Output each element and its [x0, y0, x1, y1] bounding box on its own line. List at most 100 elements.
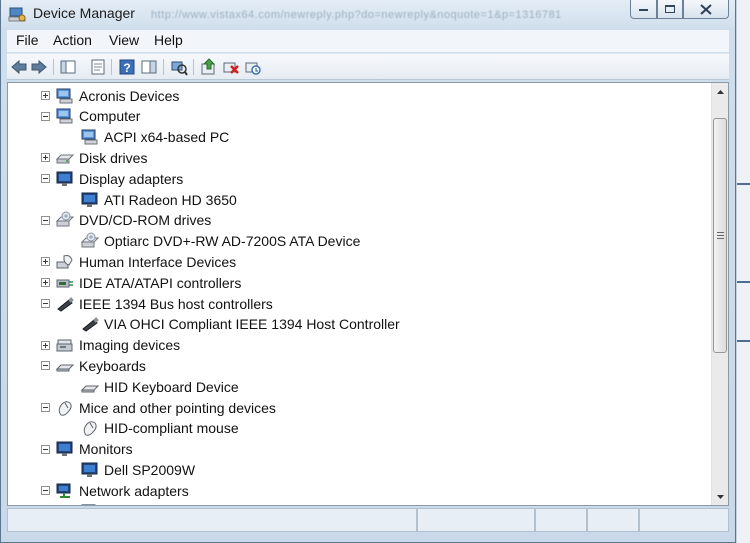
show-action-pane-icon[interactable]	[140, 58, 158, 76]
tree-category-row[interactable]: Network adapters	[41, 480, 189, 501]
uninstall-device-icon[interactable]	[244, 58, 262, 76]
tree-item-label: Keyboards	[79, 357, 146, 374]
tree-category-row[interactable]: Computer	[41, 106, 140, 127]
scroll-up-button[interactable]	[712, 83, 728, 100]
scroll-down-button[interactable]	[712, 488, 728, 505]
tree-item-label: Dell SP2009W	[104, 461, 196, 478]
status-pane	[587, 508, 639, 532]
back-arrow-icon[interactable]	[10, 58, 28, 76]
network-icon	[56, 483, 71, 498]
expand-toggle-icon[interactable]	[41, 340, 50, 350]
keyboard-icon	[81, 385, 99, 393]
disk-drive-icon	[56, 154, 74, 164]
background-url-text: http://www.vistax64.com/newreply.php?do=…	[151, 9, 562, 21]
tree-category-row[interactable]: IDE ATA/ATAPI controllers	[41, 272, 241, 293]
tree-device-row[interactable]: ACPI x64-based PC	[81, 127, 229, 148]
grip-line	[717, 238, 724, 239]
tree-device-row[interactable]: ATI Radeon HD 3650	[81, 189, 237, 210]
tree-category-row[interactable]: Mice and other pointing devices	[41, 397, 276, 418]
tree-category-row[interactable]: Display adapters	[41, 168, 183, 189]
update-driver-icon[interactable]	[200, 58, 218, 76]
tree-item-label: Optiarc DVD+-RW AD-7200S ATA Device	[104, 233, 361, 250]
menu-action[interactable]: Action	[53, 32, 92, 48]
status-bar	[7, 508, 729, 532]
expand-toggle-icon[interactable]	[41, 257, 50, 267]
close-button[interactable]	[683, 0, 729, 19]
scroll-thumb[interactable]	[713, 118, 727, 353]
tree-category-row[interactable]: Disk drives	[41, 147, 147, 168]
tree-category-row[interactable]: DVD/CD-ROM drives	[41, 210, 211, 231]
tree-category-row[interactable]: Acronis Devices	[41, 85, 179, 106]
expand-toggle-icon[interactable]	[41, 153, 50, 163]
menu-bar: File Action View Help	[7, 30, 729, 52]
monitor-icon	[56, 171, 73, 186]
tree-category-row[interactable]: Monitors	[41, 439, 133, 460]
window-title: Device Manager	[33, 5, 135, 21]
scanner-icon	[56, 339, 73, 352]
computer-icon	[81, 129, 98, 145]
disable-device-icon[interactable]	[222, 58, 240, 76]
collapse-toggle-icon[interactable]	[41, 361, 50, 371]
collapse-toggle-icon[interactable]	[41, 403, 50, 412]
tree-item-label: ATI Radeon HD 3650	[104, 191, 237, 208]
collapse-toggle-icon[interactable]	[41, 215, 50, 225]
grip-line	[717, 235, 724, 236]
monitor-icon	[81, 192, 98, 207]
tree-item-label: Human Interface Devices	[79, 253, 237, 270]
tree-item-label: HID-compliant mouse	[104, 420, 239, 437]
collapse-toggle-icon[interactable]	[41, 174, 50, 184]
tree-device-row[interactable]	[81, 501, 104, 505]
device-manager-window: Device Manager http://www.vistax64.com/n…	[0, 0, 736, 543]
background-page-edge	[736, 0, 750, 543]
collapse-toggle-icon[interactable]	[41, 444, 50, 454]
tree-device-row[interactable]: HID Keyboard Device	[81, 376, 239, 397]
properties-icon[interactable]	[89, 58, 107, 76]
collapse-toggle-icon[interactable]	[41, 111, 50, 121]
minimize-button[interactable]	[630, 0, 657, 19]
toolbar-separator	[111, 59, 112, 75]
forward-arrow-icon[interactable]	[30, 58, 48, 76]
menu-help[interactable]: Help	[154, 32, 183, 48]
menu-view[interactable]: View	[109, 32, 139, 48]
scan-hardware-icon[interactable]	[170, 58, 188, 76]
collapse-toggle-icon[interactable]	[41, 486, 50, 496]
tree-item-label: Computer	[79, 108, 141, 125]
menu-file[interactable]: File	[16, 32, 39, 48]
device-tree-pane: Acronis Devices Computer ACPI x64-based PC…	[7, 82, 729, 506]
scroll-up-icon	[716, 89, 724, 94]
help-icon[interactable]: ?	[118, 58, 136, 76]
tree-item-label: Imaging devices	[79, 337, 181, 354]
tree-device-row[interactable]: Optiarc DVD+-RW AD-7200S ATA Device	[81, 231, 360, 252]
show-hide-console-tree-icon[interactable]	[59, 58, 77, 76]
expand-toggle-icon[interactable]	[41, 91, 50, 100]
mouse-icon	[58, 400, 72, 416]
close-icon	[700, 3, 712, 15]
tree-item-label: Disk drives	[79, 149, 148, 166]
scroll-down-icon	[716, 494, 724, 499]
tree-item-label: Network adapters	[79, 482, 189, 499]
mouse-icon	[83, 421, 97, 436]
grip-line	[717, 232, 724, 233]
tree-item-label: IDE ATA/ATAPI controllers	[79, 274, 242, 291]
expand-toggle-icon[interactable]	[41, 278, 50, 288]
collapse-toggle-icon[interactable]	[41, 299, 50, 308]
tree-item-label: HID Keyboard Device	[104, 378, 239, 395]
tree-device-row[interactable]: Dell SP2009W	[81, 459, 195, 480]
title-bar[interactable]: Device Manager http://www.vistax64.com/n…	[1, 0, 735, 28]
tree-category-row[interactable]: Keyboards	[41, 355, 146, 376]
tree-device-row[interactable]: HID-compliant mouse	[81, 418, 239, 439]
vertical-scrollbar[interactable]	[711, 83, 728, 505]
tree-item-label: Mice and other pointing devices	[79, 399, 276, 416]
tree-category-row[interactable]: IEEE 1394 Bus host controllers	[41, 293, 273, 314]
tree-category-row[interactable]: Human Interface Devices	[41, 251, 236, 272]
tree-device-row[interactable]: VIA OHCI Compliant IEEE 1394 Host Contro…	[81, 314, 400, 335]
device-manager-icon	[8, 7, 26, 22]
minimize-icon	[639, 9, 648, 14]
toolbar: ?	[7, 53, 729, 80]
computer-icon	[56, 88, 73, 103]
toolbar-separator	[193, 59, 194, 75]
maximize-button[interactable]	[657, 0, 683, 19]
svg-text:?: ?	[123, 61, 130, 75]
tree-category-row[interactable]: Imaging devices	[41, 335, 180, 356]
toolbar-separator	[53, 59, 54, 75]
